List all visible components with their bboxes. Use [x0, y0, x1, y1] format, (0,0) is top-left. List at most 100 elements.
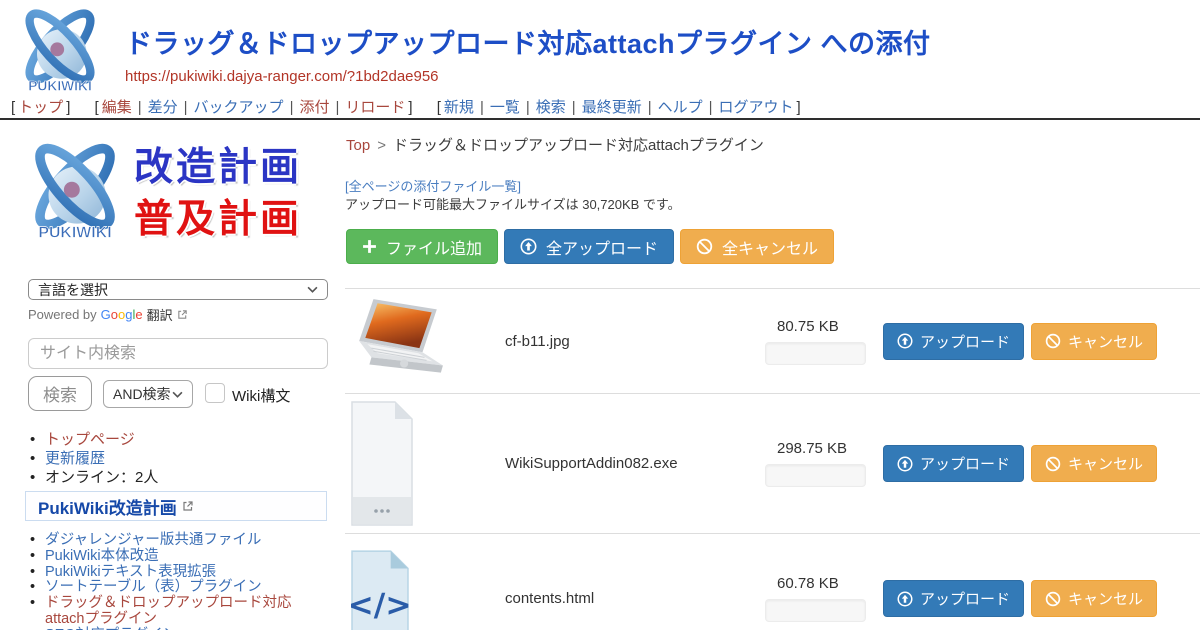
- logo-wordmark: PUKIWIKI: [28, 79, 92, 94]
- bracket: ]: [797, 99, 801, 116]
- search-button[interactable]: 検索: [28, 376, 92, 411]
- breadcrumb-root[interactable]: Top: [346, 137, 370, 154]
- sidebar-menu-links: ダジャレンジャー版共通ファイル PukiWiki本体改造 PukiWikiテキス…: [28, 533, 330, 630]
- bracket: ]: [408, 99, 412, 116]
- breadcrumb-separator: >: [377, 137, 386, 154]
- nav-item-attach[interactable]: 添付: [299, 99, 329, 116]
- generic-file-icon: [351, 401, 413, 526]
- sidebar-item-online-count: オンライン：2人: [28, 468, 328, 487]
- nav-item-new[interactable]: 新規: [444, 99, 474, 116]
- nav-item-list[interactable]: 一覧: [490, 99, 520, 116]
- upload-button[interactable]: アップロード: [883, 323, 1024, 360]
- search-mode-select[interactable]: AND検索: [103, 380, 193, 408]
- upload-circle-icon: [897, 333, 913, 349]
- file-row-actions: アップロード キャンセル: [883, 580, 1157, 617]
- nav-item-help[interactable]: ヘルプ: [658, 99, 703, 116]
- wiki-syntax-label: Wiki構文: [232, 385, 290, 406]
- breadcrumb-current: ドラッグ＆ドロップアップロード対応attachプラグイン: [393, 137, 764, 154]
- nav-group-site: [新規|一覧|検索|最終更新|ヘルプ|ログアウト]: [434, 99, 804, 116]
- powered-by-text: Powered by: [28, 307, 97, 322]
- google-translate-attribution: Powered by Google 翻訳: [28, 305, 188, 324]
- nav-item-backup[interactable]: バックアップ: [194, 99, 284, 116]
- external-link-icon: [177, 309, 188, 320]
- cancel-button[interactable]: キャンセル: [1031, 323, 1157, 360]
- bracket: [: [11, 99, 15, 116]
- atom-logo-icon: PUKIWIKI: [22, 138, 128, 250]
- banner-line-fukyuu: 普及計画: [134, 194, 302, 246]
- svg-text:</>: </>: [351, 587, 409, 623]
- file-size-cell: 60.78 KB: [765, 575, 883, 622]
- file-name: cf-b11.jpg: [465, 333, 765, 350]
- file-size: 80.75 KB: [765, 318, 883, 335]
- file-thumbnail-cell: [345, 299, 465, 383]
- site-search-input[interactable]: [28, 338, 328, 369]
- file-row-actions: アップロード キャンセル: [883, 445, 1157, 482]
- sidebar-item-recent-changes[interactable]: 更新履歴: [28, 449, 328, 468]
- nav-item-recent[interactable]: 最終更新: [582, 99, 642, 116]
- upload-circle-icon: [897, 456, 913, 472]
- html-code-file-icon: </>: [351, 550, 409, 630]
- sidebar-quick-links: トップページ 更新履歴 オンライン：2人: [28, 430, 328, 487]
- upload-button[interactable]: アップロード: [883, 580, 1024, 617]
- nav-item-search[interactable]: 検索: [536, 99, 566, 116]
- chevron-down-icon: [172, 391, 183, 398]
- pukiwiki-attach-page: PUKIWIKI ドラッグ＆ドロップアップロード対応attachプラグイン への…: [0, 0, 1200, 630]
- nav-item-reload[interactable]: リロード: [345, 99, 405, 116]
- laptop-photo-thumbnail: [351, 299, 447, 383]
- sidebar-heading-label: PukiWiki改造計画: [38, 494, 177, 519]
- cancel-all-button[interactable]: 全キャンセル: [680, 229, 834, 264]
- separator: |: [709, 99, 713, 116]
- upload-circle-icon: [520, 238, 537, 255]
- separator: |: [480, 99, 484, 116]
- separator: |: [335, 99, 339, 116]
- bulk-action-toolbar: ファイル追加 全アップロード 全キャンセル: [346, 229, 834, 264]
- separator: |: [290, 99, 294, 116]
- plus-icon: [362, 239, 377, 254]
- ban-icon: [696, 238, 713, 255]
- chevron-down-icon: [307, 286, 318, 293]
- upload-circle-icon: [897, 591, 913, 607]
- add-files-button[interactable]: ファイル追加: [346, 229, 498, 264]
- sidebar-heading-pukiwiki-kaizou[interactable]: PukiWiki改造計画: [25, 491, 327, 521]
- file-name: WikiSupportAddin082.exe: [465, 455, 765, 472]
- file-size: 298.75 KB: [765, 440, 883, 457]
- sidebar-item-common-files[interactable]: ダジャレンジャー版共通ファイル: [28, 533, 330, 549]
- upload-file-list: cf-b11.jpg 80.75 KB アップロード: [345, 288, 1200, 630]
- wiki-syntax-checkbox[interactable]: [205, 383, 225, 403]
- sidebar-banner-link[interactable]: PUKIWIKI 改造計画 普及計画: [22, 138, 302, 250]
- upload-all-button[interactable]: 全アップロード: [504, 229, 674, 264]
- page-title: ドラッグ＆ドロップアップロード対応attachプラグイン への添付: [125, 22, 931, 61]
- external-link-icon: [182, 500, 194, 512]
- file-row: WikiSupportAddin082.exe 298.75 KB アップロード: [345, 393, 1200, 533]
- file-thumbnail-cell: </>: [345, 550, 465, 630]
- file-name: contents.html: [465, 590, 765, 607]
- language-select[interactable]: 言語を選択: [28, 279, 328, 300]
- file-size-cell: 298.75 KB: [765, 440, 883, 487]
- upload-progress-bar: [765, 599, 866, 622]
- sidebar-item-dnd-attach[interactable]: ドラッグ＆ドロップアップロード対応attachプラグイン: [28, 596, 330, 628]
- nav-item-diff[interactable]: 差分: [148, 99, 178, 116]
- cancel-button[interactable]: キャンセル: [1031, 445, 1157, 482]
- top-navigation: [トップ] [編集|差分|バックアップ|添付|リロード] [新規|一覧|検索|最…: [8, 96, 818, 117]
- page-permalink-url[interactable]: https://pukiwiki.dajya-ranger.com/?1bd2d…: [125, 68, 439, 85]
- upload-progress-bar: [765, 464, 866, 487]
- sidebar-item-core-mods[interactable]: PukiWiki本体改造: [28, 549, 330, 565]
- max-upload-size-text: アップロード可能最大ファイルサイズは 30,720KB です。: [345, 194, 681, 213]
- file-size-cell: 80.75 KB: [765, 318, 883, 365]
- google-wordmark: Google: [101, 307, 143, 322]
- sidebar-item-sort-table[interactable]: ソートテーブル（表）プラグイン: [28, 580, 330, 596]
- all-attachments-link[interactable]: [全ページの添付ファイル一覧]: [345, 176, 521, 195]
- cancel-button[interactable]: キャンセル: [1031, 580, 1157, 617]
- upload-progress-bar: [765, 342, 866, 365]
- file-row: cf-b11.jpg 80.75 KB アップロード: [345, 288, 1200, 393]
- pukiwiki-logo[interactable]: PUKIWIKI: [14, 6, 106, 100]
- upload-button[interactable]: アップロード: [883, 445, 1024, 482]
- header-divider: [0, 118, 1200, 120]
- sidebar-item-top-page[interactable]: トップページ: [28, 430, 328, 449]
- atom-logo-icon: PUKIWIKI: [14, 6, 106, 100]
- nav-item-top[interactable]: トップ: [18, 99, 63, 116]
- nav-item-logout[interactable]: ログアウト: [719, 99, 794, 116]
- translate-link[interactable]: 翻訳: [147, 305, 173, 324]
- ban-icon: [1045, 456, 1061, 472]
- nav-item-edit[interactable]: 編集: [102, 99, 132, 116]
